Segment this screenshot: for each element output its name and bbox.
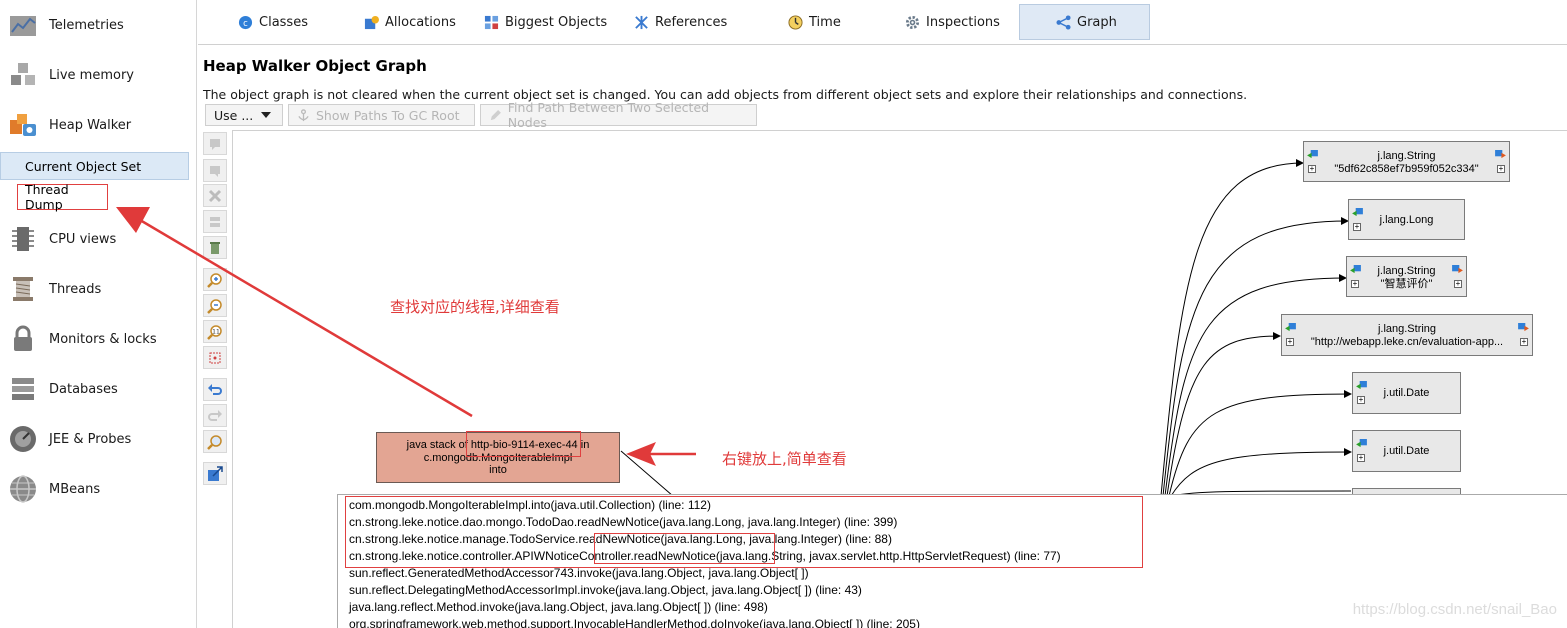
watermark: https://blog.csdn.net/snail_Bao xyxy=(1352,601,1557,618)
annotation-right-click: 右键放上,简单查看 xyxy=(722,450,847,468)
annotation-arrows xyxy=(116,207,696,466)
annotation-find-thread: 查找对应的线程,详细查看 xyxy=(390,298,560,316)
